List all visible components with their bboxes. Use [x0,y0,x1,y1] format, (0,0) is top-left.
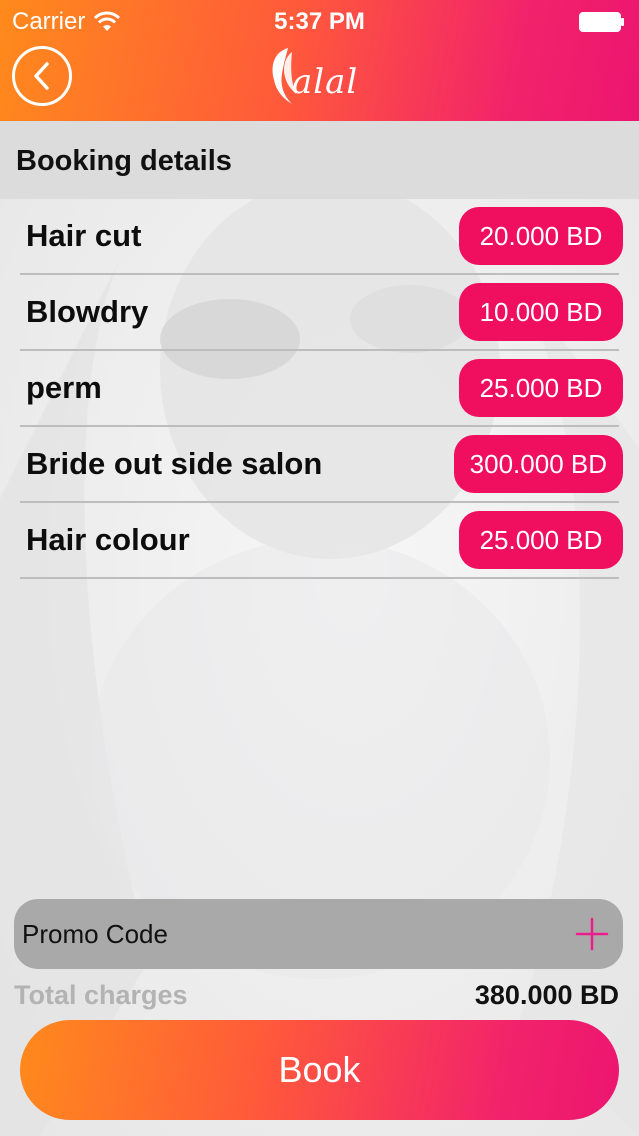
service-name: perm [26,370,102,405]
price-badge: 25.000 BD [459,359,623,417]
logo-text: alal [292,62,359,102]
total-charges-row: Total charges 380.000 BD [14,975,619,1015]
service-row[interactable]: Hair colour 25.000 BD [20,503,623,579]
chevron-left-icon [34,62,49,90]
battery-icon [579,12,624,32]
status-bar: Carrier 5:37 PM [0,0,639,40]
price-badge: 20.000 BD [459,207,623,265]
price-badge: 10.000 BD [459,283,623,341]
price-badge: 25.000 BD [459,511,623,569]
service-list: Hair cut 20.000 BD Blowdry 10.000 BD per… [20,199,623,579]
total-charges-label: Total charges [14,979,188,1010]
service-name: Bride out side salon [26,446,323,481]
service-row[interactable]: Bride out side salon 300.000 BD [20,427,623,503]
book-button[interactable]: Book [20,1020,619,1120]
app-logo: alal [268,42,372,106]
back-button[interactable] [12,46,72,106]
service-row[interactable]: Hair cut 20.000 BD [20,199,623,275]
status-time: 5:37 PM [274,8,365,35]
promo-code-label: Promo Code [22,918,168,949]
total-charges-value: 380.000 BD [474,979,619,1010]
service-row[interactable]: Blowdry 10.000 BD [20,275,623,351]
service-name: Hair colour [26,522,190,557]
service-name: Blowdry [26,294,149,329]
app-header: Carrier 5:37 PM alal [0,0,639,121]
service-name: Hair cut [26,218,142,253]
plus-icon[interactable] [575,917,609,951]
price-badge: 300.000 BD [453,435,623,493]
promo-code-button[interactable]: Promo Code [14,899,623,969]
service-row[interactable]: perm 25.000 BD [20,351,623,427]
page-title: Booking details [0,121,639,199]
